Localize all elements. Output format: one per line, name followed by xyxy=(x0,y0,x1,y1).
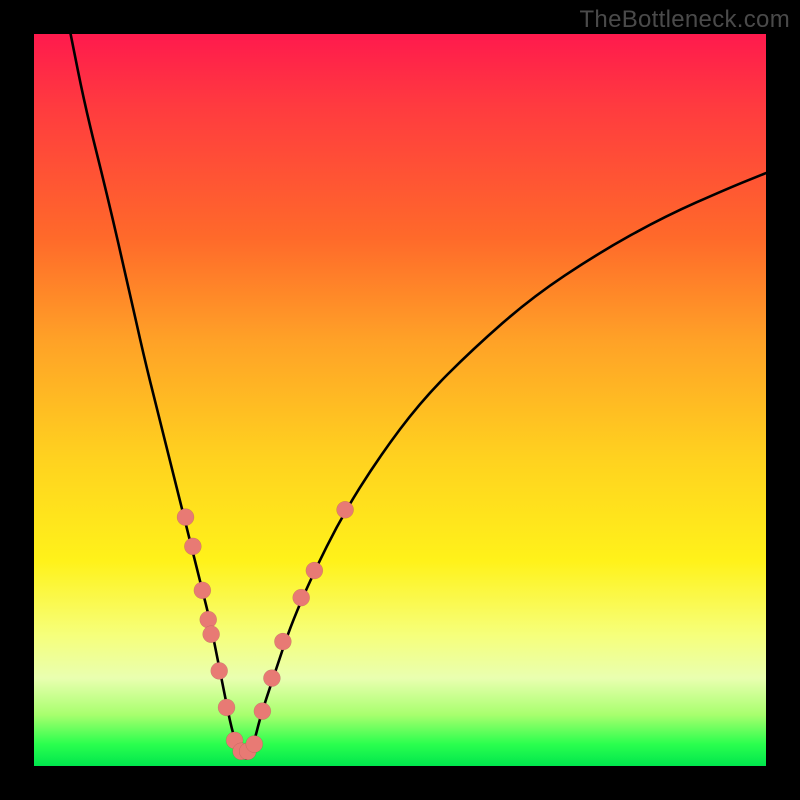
data-dot xyxy=(218,699,235,716)
data-dot xyxy=(306,562,323,579)
data-dot xyxy=(203,626,220,643)
data-dot xyxy=(177,509,194,526)
data-dot xyxy=(293,589,310,606)
data-dot xyxy=(184,538,201,555)
dot-group xyxy=(177,501,354,760)
data-dot xyxy=(254,703,271,720)
data-dot xyxy=(211,662,228,679)
data-dot xyxy=(337,501,354,518)
data-dot xyxy=(200,611,217,628)
data-dot xyxy=(246,736,263,753)
chart-svg xyxy=(0,0,800,800)
data-dot xyxy=(274,633,291,650)
data-dot xyxy=(263,670,280,687)
curve-left-branch xyxy=(71,34,247,759)
curve-group xyxy=(71,34,766,759)
watermark-text: TheBottleneck.com xyxy=(579,6,790,34)
data-dot xyxy=(194,582,211,599)
chart-frame: TheBottleneck.com xyxy=(0,0,800,800)
curve-right-branch xyxy=(246,173,766,759)
